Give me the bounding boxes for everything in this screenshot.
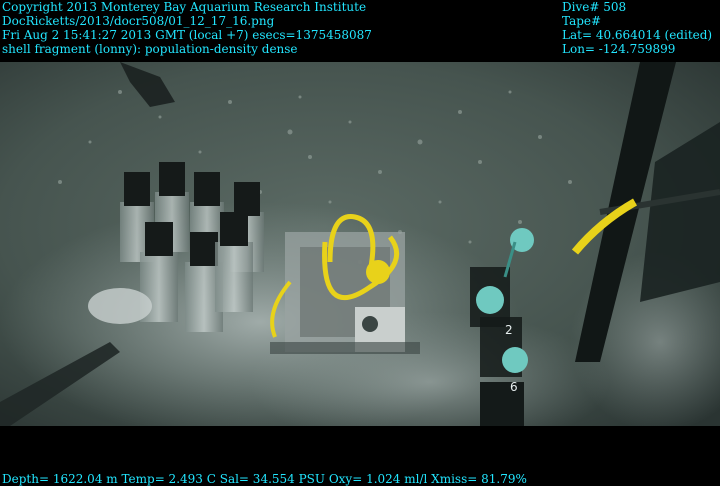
telemetry-text: Depth= 1622.04 m Temp= 2.493 C Sal= 34.5… — [2, 472, 527, 486]
latitude-text: Lat= 40.664014 (edited) — [562, 28, 713, 42]
annotation-text: shell fragment (lonny): population-densi… — [2, 42, 298, 56]
seafloor-scene: 2 6 — [0, 62, 720, 426]
file-path-text: DocRicketts/2013/docr508/01_12_17_16.png — [2, 14, 275, 28]
tape-text: Tape# — [562, 14, 602, 28]
copyright-text: Copyright 2013 Monterey Bay Aquarium Res… — [2, 0, 367, 14]
longitude-text: Lon= -124.759899 — [562, 42, 676, 56]
seafloor-illustration: 2 6 — [0, 62, 720, 426]
tube-label-2: 2 — [505, 323, 513, 337]
tube-label-6: 6 — [510, 380, 518, 394]
suction-sampler-device — [270, 214, 420, 354]
dive-number-text: Dive# 508 — [562, 0, 627, 14]
timestamp-text: Fri Aug 2 15:41:27 2013 GMT (local +7) e… — [2, 28, 372, 42]
